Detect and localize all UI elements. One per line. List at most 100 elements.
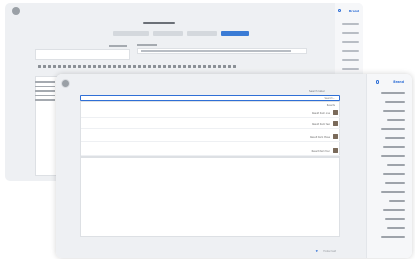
toolbar-button[interactable] bbox=[158, 65, 161, 68]
field-value bbox=[141, 50, 291, 52]
sidebar-item[interactable] bbox=[383, 209, 405, 211]
toolbar-button[interactable] bbox=[198, 65, 201, 68]
toolbar-button[interactable] bbox=[213, 65, 216, 68]
avatar[interactable] bbox=[61, 79, 70, 88]
tab-active[interactable] bbox=[221, 31, 249, 36]
sidebar-item[interactable] bbox=[385, 218, 405, 220]
toolbar-button[interactable] bbox=[173, 65, 176, 68]
foreground-window: Brand Search label Results Result item o… bbox=[56, 74, 412, 258]
toolbar-button[interactable] bbox=[153, 65, 156, 68]
home-icon[interactable] bbox=[338, 9, 341, 12]
heart-icon: ♥ bbox=[315, 250, 318, 253]
toolbar-button[interactable] bbox=[203, 65, 206, 68]
sidebar-item[interactable] bbox=[387, 119, 405, 121]
result-title: Result item two bbox=[312, 122, 330, 126]
toolbar-button[interactable] bbox=[48, 65, 51, 68]
toolbar-button[interactable] bbox=[183, 65, 186, 68]
toolbar-button[interactable] bbox=[233, 65, 236, 68]
toolbar-button[interactable] bbox=[193, 65, 196, 68]
toolbar-button[interactable] bbox=[58, 65, 61, 68]
toolbar-button[interactable] bbox=[38, 65, 41, 68]
sidebar-item[interactable] bbox=[381, 92, 405, 94]
footer: ♥ Footer text bbox=[56, 248, 366, 256]
toolbar-button[interactable] bbox=[43, 65, 46, 68]
result-item[interactable]: Result item two bbox=[81, 119, 341, 129]
sidebar-item[interactable] bbox=[383, 110, 405, 112]
sidebar-item[interactable] bbox=[383, 146, 405, 148]
sidebar-item[interactable] bbox=[342, 41, 359, 43]
toolbar-button[interactable] bbox=[68, 65, 71, 68]
sidebar-item[interactable] bbox=[342, 50, 359, 52]
sidebar-item[interactable] bbox=[385, 101, 405, 103]
toolbar-button[interactable] bbox=[93, 65, 96, 68]
toolbar-button[interactable] bbox=[128, 65, 131, 68]
field-label bbox=[109, 45, 127, 47]
brand-logo[interactable]: Brand bbox=[349, 9, 359, 13]
page-title bbox=[143, 22, 175, 24]
side-list bbox=[35, 81, 55, 121]
sidebar-item[interactable] bbox=[381, 236, 405, 238]
search-input[interactable] bbox=[195, 97, 335, 101]
toolbar-button[interactable] bbox=[108, 65, 111, 68]
editor-area[interactable] bbox=[80, 157, 340, 237]
result-title: Result item three bbox=[310, 135, 330, 139]
sidebar-item[interactable] bbox=[342, 32, 359, 34]
sidebar-item[interactable] bbox=[342, 59, 359, 61]
tab[interactable] bbox=[153, 31, 183, 36]
sidebar-item[interactable] bbox=[381, 128, 405, 130]
toolbar-button[interactable] bbox=[98, 65, 101, 68]
result-thumbnail bbox=[333, 121, 338, 126]
toolbar-button[interactable] bbox=[143, 65, 146, 68]
results-header: Results bbox=[326, 104, 335, 107]
result-item[interactable]: Result item four bbox=[81, 146, 341, 156]
toolbar-button[interactable] bbox=[88, 65, 91, 68]
brand-logo[interactable]: Brand bbox=[393, 80, 404, 84]
toolbar-button[interactable] bbox=[228, 65, 231, 68]
toolbar-button[interactable] bbox=[168, 65, 171, 68]
side-field[interactable] bbox=[35, 49, 130, 60]
sidebar: Brand bbox=[366, 74, 412, 258]
sidebar-item[interactable] bbox=[385, 182, 405, 184]
result-title: Result item one bbox=[311, 111, 330, 115]
sidebar-item[interactable] bbox=[385, 137, 405, 139]
toolbar-button[interactable] bbox=[208, 65, 211, 68]
result-item[interactable]: Result item one bbox=[81, 108, 341, 118]
result-title: Result item four bbox=[311, 149, 330, 153]
editor-toolbar bbox=[35, 64, 300, 73]
toolbar-button[interactable] bbox=[133, 65, 136, 68]
sidebar-item[interactable] bbox=[381, 155, 405, 157]
toolbar-button[interactable] bbox=[53, 65, 56, 68]
toolbar-button[interactable] bbox=[188, 65, 191, 68]
tab[interactable] bbox=[113, 31, 149, 36]
avatar[interactable] bbox=[12, 7, 20, 15]
toolbar-button[interactable] bbox=[83, 65, 86, 68]
toolbar-button[interactable] bbox=[118, 65, 121, 68]
toolbar-button[interactable] bbox=[223, 65, 226, 68]
home-icon[interactable] bbox=[375, 80, 379, 84]
search-label: Search label bbox=[309, 90, 325, 93]
toolbar-button[interactable] bbox=[178, 65, 181, 68]
toolbar-button[interactable] bbox=[123, 65, 126, 68]
toolbar-button[interactable] bbox=[103, 65, 106, 68]
toolbar-button[interactable] bbox=[138, 65, 141, 68]
footer-text: Footer text bbox=[323, 250, 336, 253]
toolbar-button[interactable] bbox=[148, 65, 151, 68]
search-results: Results Result item one Result item two … bbox=[80, 101, 341, 157]
sidebar-item[interactable] bbox=[383, 173, 405, 175]
tab[interactable] bbox=[187, 31, 217, 36]
field-label bbox=[137, 44, 157, 46]
toolbar-button[interactable] bbox=[63, 65, 66, 68]
sidebar-item[interactable] bbox=[387, 164, 405, 166]
toolbar-button[interactable] bbox=[113, 65, 116, 68]
sidebar-item[interactable] bbox=[389, 200, 405, 202]
result-item[interactable]: Result item three bbox=[81, 132, 341, 142]
toolbar-button[interactable] bbox=[163, 65, 166, 68]
result-thumbnail bbox=[333, 110, 338, 115]
toolbar-button[interactable] bbox=[73, 65, 76, 68]
toolbar-button[interactable] bbox=[218, 65, 221, 68]
sidebar-item[interactable] bbox=[342, 23, 359, 25]
sidebar-item[interactable] bbox=[342, 68, 359, 70]
sidebar-item[interactable] bbox=[387, 227, 405, 229]
toolbar-button[interactable] bbox=[78, 65, 81, 68]
sidebar-item[interactable] bbox=[381, 191, 405, 193]
